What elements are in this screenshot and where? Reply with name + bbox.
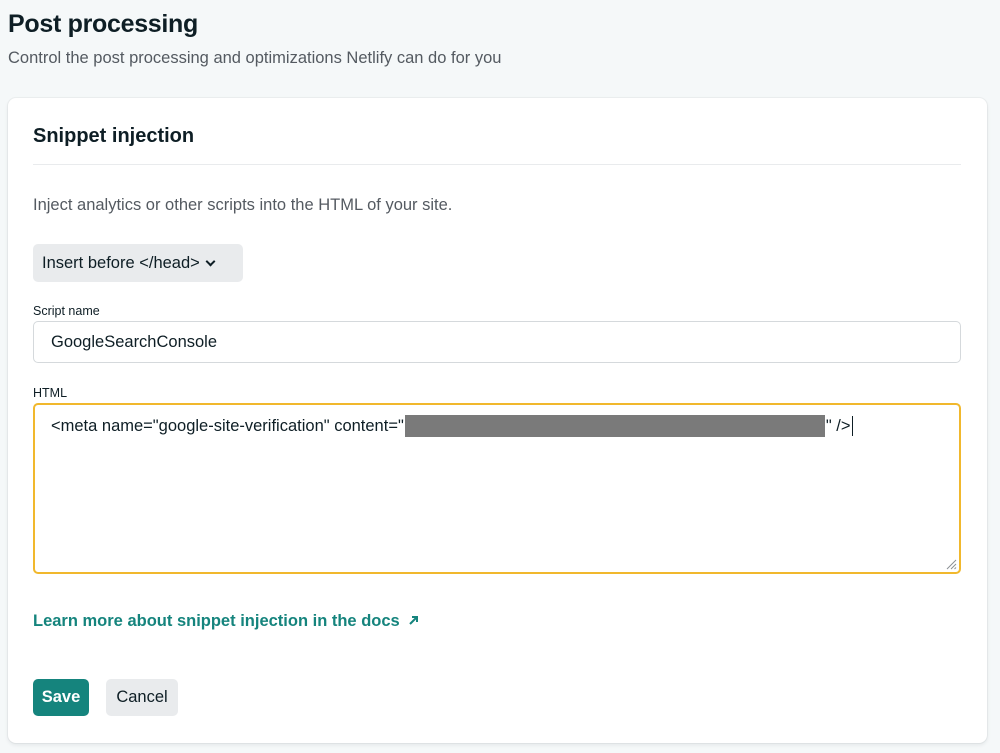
text-caret <box>852 416 854 436</box>
snippet-injection-card: Snippet injection Inject analytics or ot… <box>8 98 987 743</box>
chevron-down-icon <box>205 256 216 267</box>
card-divider <box>33 164 961 165</box>
redacted-block <box>404 415 825 437</box>
arrow-up-right-icon <box>409 616 419 625</box>
page-title: Post processing <box>8 10 198 38</box>
html-code-suffix: " /> <box>825 416 851 435</box>
html-code-prefix: <meta name="google-site-verification" co… <box>51 416 404 435</box>
html-textarea[interactable]: <meta name="google-site-verification" co… <box>33 403 961 574</box>
script-name-label: Script name <box>33 304 100 318</box>
code-line: <meta name="google-site-verification" co… <box>51 415 943 437</box>
card-title: Snippet injection <box>33 125 195 147</box>
docs-link[interactable]: Learn more about snippet injection in th… <box>33 612 419 631</box>
script-name-value: GoogleSearchConsole <box>51 332 218 351</box>
html-label: HTML <box>33 386 68 400</box>
card-description: Inject analytics or other scripts into t… <box>33 196 453 214</box>
cancel-button[interactable]: Cancel <box>106 679 178 716</box>
page-subtitle: Control the post processing and optimiza… <box>8 49 502 67</box>
docs-link-label: Learn more about snippet injection in th… <box>33 612 400 630</box>
save-button[interactable]: Save <box>33 679 89 716</box>
insert-position-dropdown[interactable]: Insert before </head> <box>33 244 243 282</box>
insert-position-value: Insert before </head> <box>42 253 200 272</box>
script-name-input[interactable]: GoogleSearchConsole <box>33 321 961 363</box>
resize-handle-icon[interactable] <box>945 558 957 570</box>
